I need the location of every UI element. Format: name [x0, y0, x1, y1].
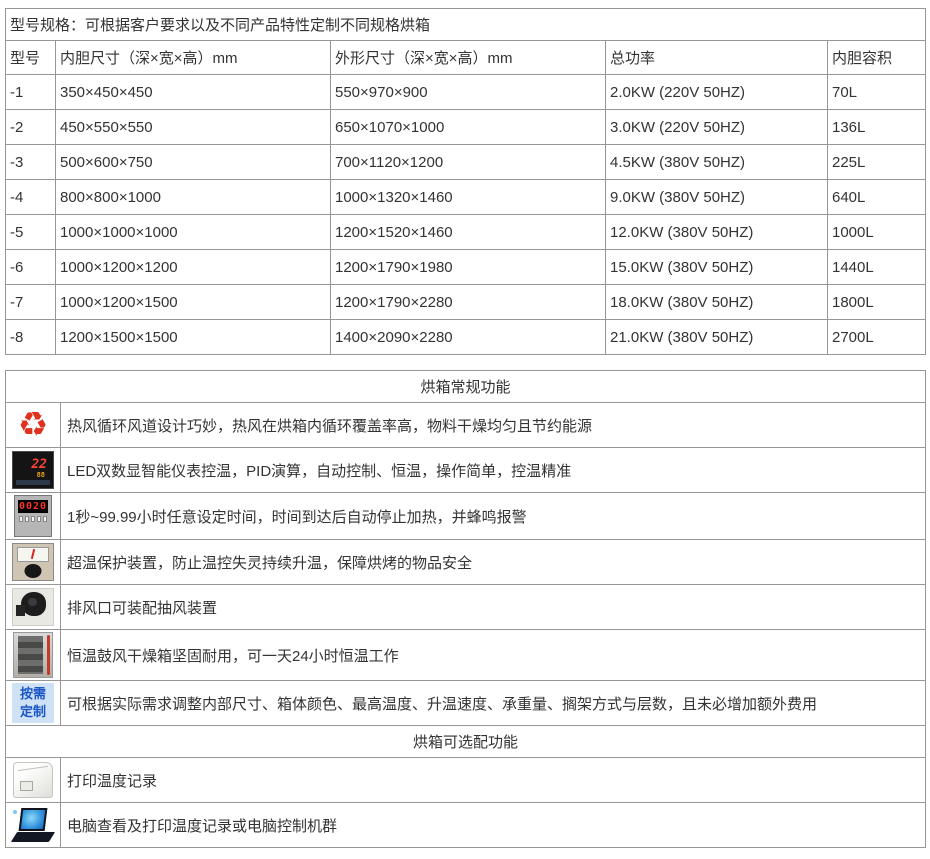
- power-cell: 12.0KW (380V 50HZ): [606, 215, 828, 250]
- outer-cell: 550×970×900: [331, 75, 606, 110]
- oven-cabinet-icon: [13, 632, 53, 678]
- inner-cell: 1000×1000×1000: [56, 215, 331, 250]
- col-header-inner-size: 内胆尺寸（深×宽×高）mm: [56, 41, 331, 75]
- outer-cell: 1200×1790×1980: [331, 250, 606, 285]
- feature-row: 0020 1秒~99.99小时任意设定时间，时间到达后自动停止加热，并蜂鸣报警: [6, 493, 926, 540]
- outer-cell: 1200×1790×2280: [331, 285, 606, 320]
- model-cell: -5: [6, 215, 56, 250]
- printer-icon: [13, 762, 53, 798]
- power-cell: 21.0KW (380V 50HZ): [606, 320, 828, 355]
- inner-cell: 500×600×750: [56, 145, 331, 180]
- volume-cell: 136L: [828, 110, 926, 145]
- spec-row: -2 450×550×550 650×1070×1000 3.0KW (220V…: [6, 110, 926, 145]
- model-cell: -2: [6, 110, 56, 145]
- exhaust-fan-icon: [12, 588, 54, 626]
- timer-display: 0020: [18, 500, 48, 513]
- feature-text: 可根据实际需求调整内部尺寸、箱体颜色、最高温度、升温速度、承重量、搁架方式与层数…: [61, 681, 926, 726]
- power-cell: 9.0KW (380V 50HZ): [606, 180, 828, 215]
- oven-product-spec-page: 型号规格：可根据客户要求以及不同产品特性定制不同规格烘箱 型号 内胆尺寸（深×宽…: [0, 0, 930, 858]
- custom-badge-icon: 按需 定制: [12, 683, 54, 723]
- spec-row: -3 500×600×750 700×1120×1200 4.5KW (380V…: [6, 145, 926, 180]
- power-cell: 2.0KW (220V 50HZ): [606, 75, 828, 110]
- feature-row: 22 88 LED双数显智能仪表控温，PID演算，自动控制、恒温，操作简单，控温…: [6, 448, 926, 493]
- spec-row: -1 350×450×450 550×970×900 2.0KW (220V 5…: [6, 75, 926, 110]
- outer-cell: 1400×2090×2280: [331, 320, 606, 355]
- power-cell: 3.0KW (220V 50HZ): [606, 110, 828, 145]
- power-cell: 18.0KW (380V 50HZ): [606, 285, 828, 320]
- volume-cell: 640L: [828, 180, 926, 215]
- outer-cell: 650×1070×1000: [331, 110, 606, 145]
- volume-cell: 2700L: [828, 320, 926, 355]
- feature-text: 排风口可装配抽风装置: [61, 585, 926, 630]
- feature-row: 超温保护装置，防止温控失灵持续升温，保障烘烤的物品安全: [6, 540, 926, 585]
- power-cell: 4.5KW (380V 50HZ): [606, 145, 828, 180]
- spec-row: -7 1000×1200×1500 1200×1790×2280 18.0KW …: [6, 285, 926, 320]
- inner-cell: 1200×1500×1500: [56, 320, 331, 355]
- model-cell: -8: [6, 320, 56, 355]
- spec-row: -5 1000×1000×1000 1200×1520×1460 12.0KW …: [6, 215, 926, 250]
- inner-cell: 450×550×550: [56, 110, 331, 145]
- feature-text: 超温保护装置，防止温控失灵持续升温，保障烘烤的物品安全: [61, 540, 926, 585]
- volume-cell: 1000L: [828, 215, 926, 250]
- standard-features-title: 烘箱常规功能: [6, 371, 926, 403]
- temp-controller-icon: 22 88: [12, 451, 54, 489]
- spec-table-header-row: 型号 内胆尺寸（深×宽×高）mm 外形尺寸（深×宽×高）mm 总功率 内胆容积: [6, 41, 926, 75]
- model-cell: -4: [6, 180, 56, 215]
- feature-row: ♻ 热风循环风道设计巧妙，热风在烘箱内循环覆盖率高，物料干燥均匀且节约能源: [6, 403, 926, 448]
- model-cell: -7: [6, 285, 56, 320]
- feature-row: 排风口可装配抽风装置: [6, 585, 926, 630]
- feature-text: 电脑查看及打印温度记录或电脑控制机群: [61, 803, 926, 848]
- feature-text: 恒温鼓风干燥箱坚固耐用，可一天24小时恒温工作: [61, 630, 926, 681]
- col-header-total-power: 总功率: [606, 41, 828, 75]
- spec-row: -4 800×800×1000 1000×1320×1460 9.0KW (38…: [6, 180, 926, 215]
- outer-cell: 1200×1520×1460: [331, 215, 606, 250]
- volume-cell: 1440L: [828, 250, 926, 285]
- model-cell: -1: [6, 75, 56, 110]
- feature-row: 电脑查看及打印温度记录或电脑控制机群: [6, 803, 926, 848]
- feature-text: LED双数显智能仪表控温，PID演算，自动控制、恒温，操作简单，控温精准: [61, 448, 926, 493]
- volume-cell: 70L: [828, 75, 926, 110]
- outer-cell: 1000×1320×1460: [331, 180, 606, 215]
- feature-text: 打印温度记录: [61, 758, 926, 803]
- inner-cell: 350×450×450: [56, 75, 331, 110]
- power-cell: 15.0KW (380V 50HZ): [606, 250, 828, 285]
- feature-row: 恒温鼓风干燥箱坚固耐用，可一天24小时恒温工作: [6, 630, 926, 681]
- laptop-icon: [11, 807, 55, 844]
- timer-icon: 0020: [14, 495, 52, 537]
- inner-cell: 800×800×1000: [56, 180, 331, 215]
- custom-badge-line2: 定制: [20, 703, 46, 721]
- col-header-outer-size: 外形尺寸（深×宽×高）mm: [331, 41, 606, 75]
- outer-cell: 700×1120×1200: [331, 145, 606, 180]
- feature-row: 打印温度记录: [6, 758, 926, 803]
- col-header-model: 型号: [6, 41, 56, 75]
- volume-cell: 1800L: [828, 285, 926, 320]
- spec-row: -6 1000×1200×1200 1200×1790×1980 15.0KW …: [6, 250, 926, 285]
- optional-features-title-row: 烘箱可选配功能: [6, 726, 926, 758]
- spec-table-title-row: 型号规格：可根据客户要求以及不同产品特性定制不同规格烘箱: [6, 9, 926, 41]
- inner-cell: 1000×1200×1500: [56, 285, 331, 320]
- model-cell: -6: [6, 250, 56, 285]
- inner-cell: 1000×1200×1200: [56, 250, 331, 285]
- spec-table: 型号规格：可根据客户要求以及不同产品特性定制不同规格烘箱 型号 内胆尺寸（深×宽…: [5, 8, 926, 355]
- model-cell: -3: [6, 145, 56, 180]
- optional-features-title: 烘箱可选配功能: [6, 726, 926, 758]
- feature-text: 1秒~99.99小时任意设定时间，时间到达后自动停止加热，并蜂鸣报警: [61, 493, 926, 540]
- recycle-icon: ♻: [18, 408, 48, 442]
- controller-display: 22: [31, 457, 47, 472]
- col-header-inner-volume: 内胆容积: [828, 41, 926, 75]
- feature-row: 按需 定制 可根据实际需求调整内部尺寸、箱体颜色、最高温度、升温速度、承重量、搁…: [6, 681, 926, 726]
- volume-cell: 225L: [828, 145, 926, 180]
- feature-text: 热风循环风道设计巧妙，热风在烘箱内循环覆盖率高，物料干燥均匀且节约能源: [61, 403, 926, 448]
- features-table: 烘箱常规功能 ♻ 热风循环风道设计巧妙，热风在烘箱内循环覆盖率高，物料干燥均匀且…: [5, 370, 926, 848]
- spec-row: -8 1200×1500×1500 1400×2090×2280 21.0KW …: [6, 320, 926, 355]
- custom-badge-line1: 按需: [20, 685, 46, 703]
- spec-table-title: 型号规格：可根据客户要求以及不同产品特性定制不同规格烘箱: [6, 9, 926, 41]
- overtemp-protector-icon: [12, 543, 54, 581]
- standard-features-title-row: 烘箱常规功能: [6, 371, 926, 403]
